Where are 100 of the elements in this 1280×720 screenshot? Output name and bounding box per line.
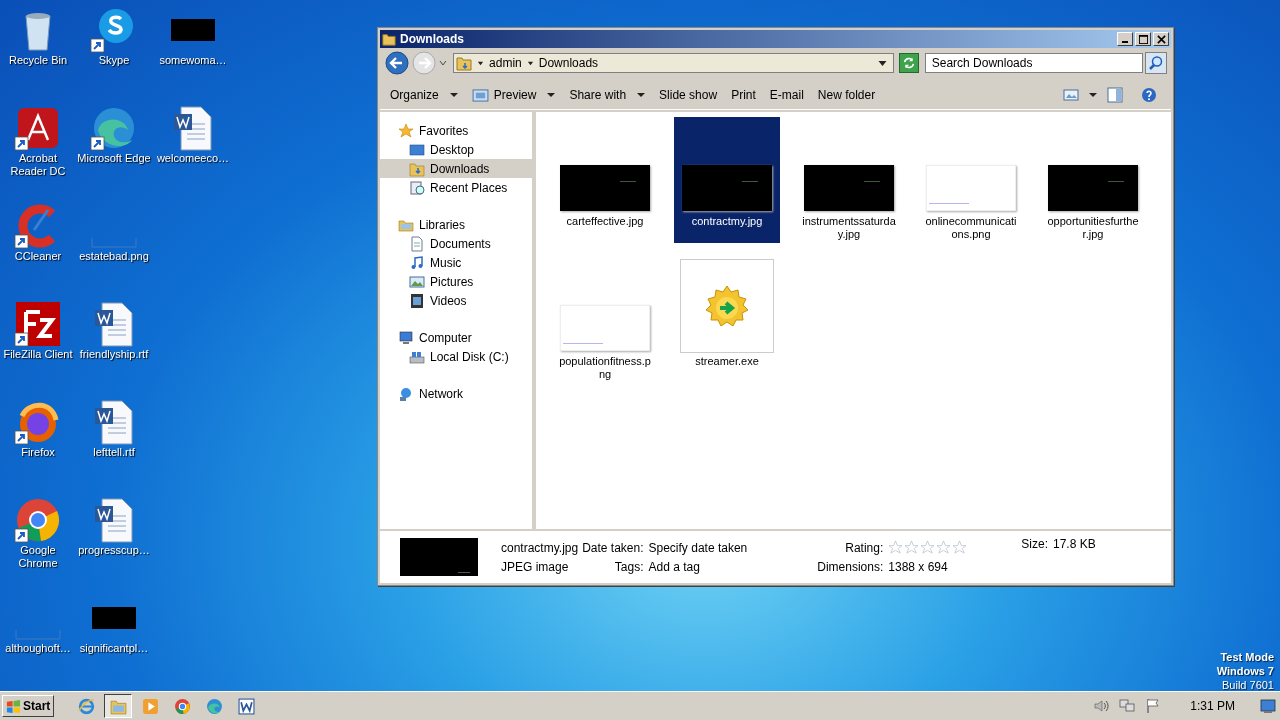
icon-label[interactable]: Acrobat Reader DC [0,152,76,178]
toolbar-button[interactable]: New folder [811,86,882,104]
clock-icon [409,179,425,196]
system-notice: Test Mode [1220,650,1274,664]
property-value[interactable]: Add a tag [648,559,748,574]
volume-icon[interactable] [1093,698,1110,714]
caret-icon[interactable] [477,59,485,67]
document-icon[interactable] [90,607,138,629]
nav-item[interactable]: Favorites [380,121,532,140]
breadcrumb[interactable]: Downloads [538,56,599,70]
refresh-button[interactable] [899,53,919,73]
file-item[interactable]: onlinecommunications.png [918,117,1024,243]
close-button[interactable] [1153,32,1169,46]
folder-icon [382,32,396,46]
caret-icon[interactable] [878,59,888,67]
browser-icon [205,697,223,715]
taskbar-app-button[interactable] [104,694,133,718]
icon-label[interactable]: progresscup… [78,544,150,557]
file-item[interactable]: opportunitiesfurther.jpg [1040,117,1146,243]
network-icon[interactable] [1119,698,1136,714]
nav-item[interactable]: Recent Places [380,178,532,197]
preview-pane-icon[interactable] [1107,87,1123,103]
folder-icon [409,160,425,177]
file-name: contractmy.jpg [501,540,579,555]
nav-item[interactable]: Pictures [380,272,532,291]
toolbar-button[interactable]: Organize [384,86,464,104]
windows-logo [6,698,21,714]
view-icon[interactable] [1063,87,1079,103]
toolbar-button[interactable]: Print [725,86,762,104]
system-notice: Windows 7 [1216,664,1274,678]
file-type: JPEG image [501,559,570,574]
search-button[interactable] [1145,52,1167,74]
browser-icon [173,697,191,715]
address-bar[interactable]: admin Downloads [453,53,895,73]
icon-label[interactable]: significantpl… [79,642,149,655]
music-note-icon [409,254,425,271]
maximize-button[interactable] [1135,32,1151,46]
globe-icon [398,385,414,402]
nav-item[interactable]: Desktop [380,140,532,159]
close-icon [1156,34,1166,44]
breadcrumb[interactable]: admin [489,56,522,70]
back-button[interactable] [384,50,410,76]
icon-label[interactable]: Skype [98,54,130,67]
search-icon [1148,55,1165,71]
document-icon [237,697,255,715]
file-item[interactable]: contractmy.jpg [674,117,780,243]
play-icon [141,697,159,715]
document-icon[interactable] [169,19,217,41]
caret-icon[interactable] [1089,92,1097,98]
rating-stars[interactable] [888,540,968,555]
icon-label[interactable]: friendlyship.rtf [79,348,149,361]
nav-item[interactable]: Network [380,384,532,403]
icon-label[interactable]: althoughoft… [5,642,71,655]
search-field[interactable]: Search Downloads [924,53,1144,73]
property-label: Size: [1021,537,1048,551]
toolbar-button[interactable]: E-mail [763,86,810,104]
caret-icon[interactable] [526,59,534,67]
star-icon [398,122,414,139]
icon-label[interactable]: welcomeeco… [156,152,230,165]
icon-label[interactable]: Google Chrome [0,544,76,570]
refresh-icon [901,56,916,70]
window-title: Downloads [400,32,464,46]
icon-label[interactable]: Recycle Bin [8,54,68,67]
monitor-icon [409,141,425,158]
toolbar-button[interactable]: Preview [465,86,562,104]
toolbar-button[interactable]: Slide show [653,86,724,104]
icon-label[interactable]: Firefox [21,446,55,459]
nav-item[interactable]: Documents [380,234,532,253]
icon-label[interactable]: Microsoft Edge [77,152,151,165]
document-icon [409,235,425,252]
nav-item[interactable]: Music [380,253,532,272]
icon-label[interactable]: FileZilla Client [3,348,73,361]
nav-item[interactable]: Computer [380,328,532,347]
app-icon[interactable] [14,496,62,544]
caret-icon [547,92,556,98]
start-button[interactable]: Start [2,695,55,717]
help-icon[interactable] [1141,87,1157,103]
toolbar-button[interactable]: Share with [563,86,652,104]
preview-icon [471,88,489,102]
clock[interactable]: 1:31 PM [1190,699,1235,713]
icon-label[interactable]: estatebad.png [79,250,149,263]
property-value[interactable]: Specify date taken [648,540,748,555]
show-desktop-icon[interactable] [1260,698,1276,714]
nav-item[interactable]: Downloads [380,159,532,178]
app-icon[interactable] [14,300,62,348]
flag-icon[interactable] [1145,698,1162,714]
property-label: Dimensions: [817,560,884,574]
icon-label[interactable]: CCleaner [14,250,62,263]
nav-item[interactable]: Local Disk (C:) [380,347,532,366]
icon-label[interactable]: lefttell.rtf [93,446,135,459]
file-item[interactable]: populationfitness.png [552,257,658,383]
minimize-button[interactable] [1117,32,1133,46]
file-item[interactable]: carteffective.jpg [552,117,658,243]
file-item[interactable]: instrumentssaturday.jpg [796,117,902,243]
caret-icon [637,92,646,98]
caret-icon [449,92,458,98]
nav-item[interactable]: Libraries [380,215,532,234]
icon-label[interactable]: somewoma… [159,54,227,67]
history-dropdown-icon[interactable] [439,59,448,67]
nav-item[interactable]: Videos [380,291,532,310]
